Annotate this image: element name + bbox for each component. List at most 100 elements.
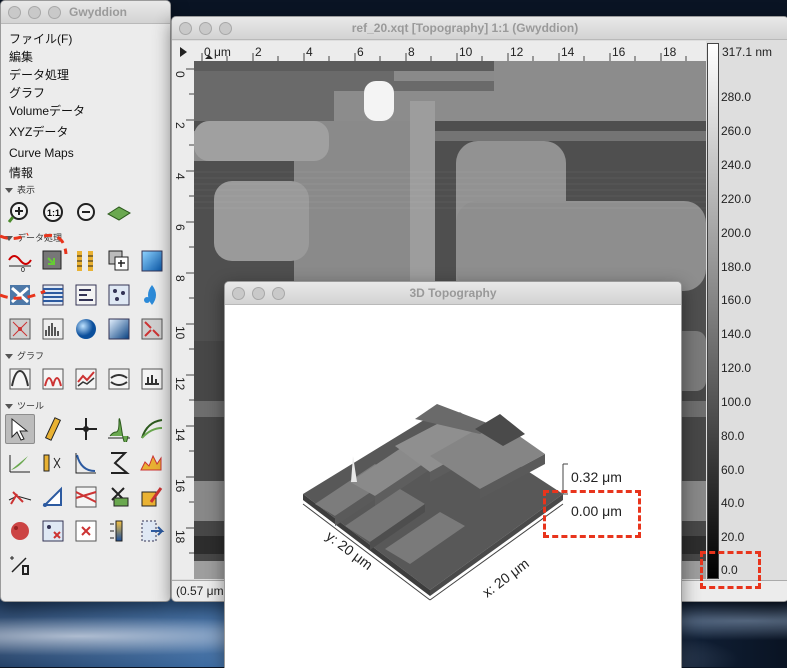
colorbar-tick: 140.0 bbox=[721, 327, 752, 341]
zoom-1to1-icon[interactable]: 1:1 bbox=[38, 198, 68, 228]
data-window-titlebar[interactable]: ref_20.xqt [Topography] 1:1 (Gwyddion) bbox=[172, 17, 787, 40]
duplicate-icon[interactable] bbox=[104, 246, 134, 276]
x-axis-label: x: 20 μm bbox=[479, 555, 532, 600]
line-stats-icon[interactable] bbox=[137, 516, 167, 546]
mask-editor-icon[interactable] bbox=[71, 482, 101, 512]
blob-icon[interactable] bbox=[5, 516, 35, 546]
3d-surface-view[interactable]: 0.32 μm 0.00 μm y: 20 μm x: 20 μm bbox=[225, 304, 681, 668]
3d-window-titlebar[interactable]: 3D Topography bbox=[225, 282, 681, 305]
graph-fit-icon[interactable] bbox=[5, 364, 35, 394]
menu-volume-data[interactable]: Volumeデータ bbox=[1, 102, 170, 123]
fft-icon[interactable] bbox=[5, 314, 35, 344]
colorbar-tick: 20.0 bbox=[721, 530, 745, 544]
graph-export-icon[interactable] bbox=[137, 364, 167, 394]
colorbar-tick: 120.0 bbox=[721, 361, 752, 375]
grain-measure-icon[interactable] bbox=[137, 448, 167, 478]
section-graph[interactable]: グラフ bbox=[1, 348, 170, 364]
color-scale-bar bbox=[707, 43, 719, 579]
menu-edit[interactable]: 編集 bbox=[1, 48, 170, 66]
shade-icon[interactable] bbox=[104, 314, 134, 344]
section-process[interactable]: データ処理 bbox=[1, 230, 170, 246]
gradient-icon[interactable] bbox=[137, 246, 167, 276]
3d-view-icon[interactable] bbox=[104, 198, 134, 228]
filter-icon[interactable] bbox=[38, 448, 68, 478]
svg-text:0: 0 bbox=[21, 267, 25, 274]
pointer-icon[interactable] bbox=[5, 414, 35, 444]
level-rows-icon[interactable] bbox=[38, 280, 68, 310]
tools-row-4 bbox=[1, 516, 170, 550]
crop-tool-icon[interactable] bbox=[104, 482, 134, 512]
y-tick-4: 4 bbox=[173, 173, 187, 180]
menu-xyz-data[interactable]: XYZデータ bbox=[1, 123, 170, 144]
menu-info[interactable]: 情報 bbox=[1, 164, 170, 182]
remove-grains-icon[interactable] bbox=[38, 516, 68, 546]
view-menu-button[interactable] bbox=[172, 41, 194, 61]
crop-icon[interactable] bbox=[38, 246, 68, 276]
section-graph-label: グラフ bbox=[17, 351, 45, 361]
3d-view-window: 3D Topography 0.32 μm 0.00 μm y: 20 μm x… bbox=[224, 281, 682, 668]
x-tick-8: 8 bbox=[408, 45, 415, 59]
x-tick-16: 16 bbox=[612, 45, 626, 59]
section-tools-label: ツール bbox=[17, 401, 45, 411]
y-tick-12: 12 bbox=[173, 377, 187, 391]
zoom-button[interactable] bbox=[48, 6, 61, 19]
colorbar-tick: 200.0 bbox=[721, 226, 752, 240]
histogram-icon[interactable] bbox=[38, 314, 68, 344]
flatten-icon[interactable] bbox=[71, 280, 101, 310]
watershed-icon[interactable] bbox=[137, 280, 167, 310]
graph-tool-row bbox=[1, 364, 170, 398]
profile-icon[interactable] bbox=[104, 414, 134, 444]
sphere-icon[interactable] bbox=[71, 314, 101, 344]
minimize-button[interactable] bbox=[28, 6, 41, 19]
zoom-out-icon[interactable] bbox=[71, 198, 101, 228]
colorbar-tick: 100.0 bbox=[721, 395, 752, 409]
selection-icon[interactable] bbox=[104, 516, 134, 546]
level3-icon[interactable] bbox=[5, 482, 35, 512]
menu-file[interactable]: ファイル(F) bbox=[1, 30, 170, 48]
colorbar-tick: 180.0 bbox=[721, 260, 752, 274]
rotate-icon[interactable] bbox=[5, 280, 35, 310]
section-tools[interactable]: ツール bbox=[1, 398, 170, 414]
distance-icon[interactable] bbox=[38, 414, 68, 444]
window-title: ref_20.xqt [Topography] 1:1 (Gwyddion) bbox=[351, 21, 579, 35]
colorbar-tick: 260.0 bbox=[721, 124, 752, 138]
spectro-icon[interactable] bbox=[71, 448, 101, 478]
horizontal-ruler: 0 μm 2 4 6 8 10 12 14 16 18 bbox=[194, 41, 706, 62]
fix-zero-icon[interactable]: 0 bbox=[5, 246, 35, 276]
extract-path-icon[interactable] bbox=[5, 550, 35, 580]
window-title: Gwyddion bbox=[69, 5, 127, 19]
colorbar-tick: 80.0 bbox=[721, 429, 745, 443]
menu-curve-maps[interactable]: Curve Maps bbox=[1, 144, 170, 164]
triangle-icon[interactable] bbox=[38, 482, 68, 512]
y-tick-8: 8 bbox=[173, 275, 187, 282]
toolbox-window: Gwyddion ファイル(F) 編集 データ処理 グラフ Volumeデータ … bbox=[0, 0, 171, 602]
close-button[interactable] bbox=[8, 6, 21, 19]
section-view[interactable]: 表示 bbox=[1, 182, 170, 198]
mask-icon[interactable] bbox=[137, 314, 167, 344]
path-level-icon[interactable] bbox=[104, 448, 134, 478]
menu-graph[interactable]: グラフ bbox=[1, 84, 170, 102]
y-tick-6: 6 bbox=[173, 224, 187, 231]
roughness-icon[interactable] bbox=[137, 414, 167, 444]
menu-data-process[interactable]: データ処理 bbox=[1, 66, 170, 84]
grains-icon[interactable] bbox=[104, 280, 134, 310]
crosshair-icon[interactable] bbox=[71, 414, 101, 444]
expander-icon bbox=[5, 188, 13, 194]
toolbox-titlebar[interactable]: Gwyddion bbox=[1, 1, 170, 24]
y-tick-10: 10 bbox=[173, 326, 187, 340]
colorbar-tick: 160.0 bbox=[721, 293, 752, 307]
section-process-label: データ処理 bbox=[17, 233, 63, 243]
remove-spots-icon[interactable] bbox=[137, 482, 167, 512]
colorrange-icon[interactable] bbox=[71, 516, 101, 546]
svg-text:1:1: 1:1 bbox=[47, 208, 60, 218]
3d-surface-render: 0.32 μm 0.00 μm y: 20 μm x: 20 μm bbox=[302, 404, 622, 601]
z-max-label: 0.32 μm bbox=[571, 469, 622, 485]
graph-sfunc-icon[interactable] bbox=[104, 364, 134, 394]
cursor-position: (0.57 μm bbox=[176, 584, 224, 598]
graph-compare-icon[interactable] bbox=[71, 364, 101, 394]
stats-icon[interactable] bbox=[5, 448, 35, 478]
zoom-in-icon[interactable] bbox=[5, 198, 35, 228]
vertical-ruler: 0 μm 2 4 6 8 10 12 14 16 18 bbox=[172, 61, 195, 579]
scale-icon[interactable] bbox=[71, 246, 101, 276]
graph-peaks-icon[interactable] bbox=[38, 364, 68, 394]
